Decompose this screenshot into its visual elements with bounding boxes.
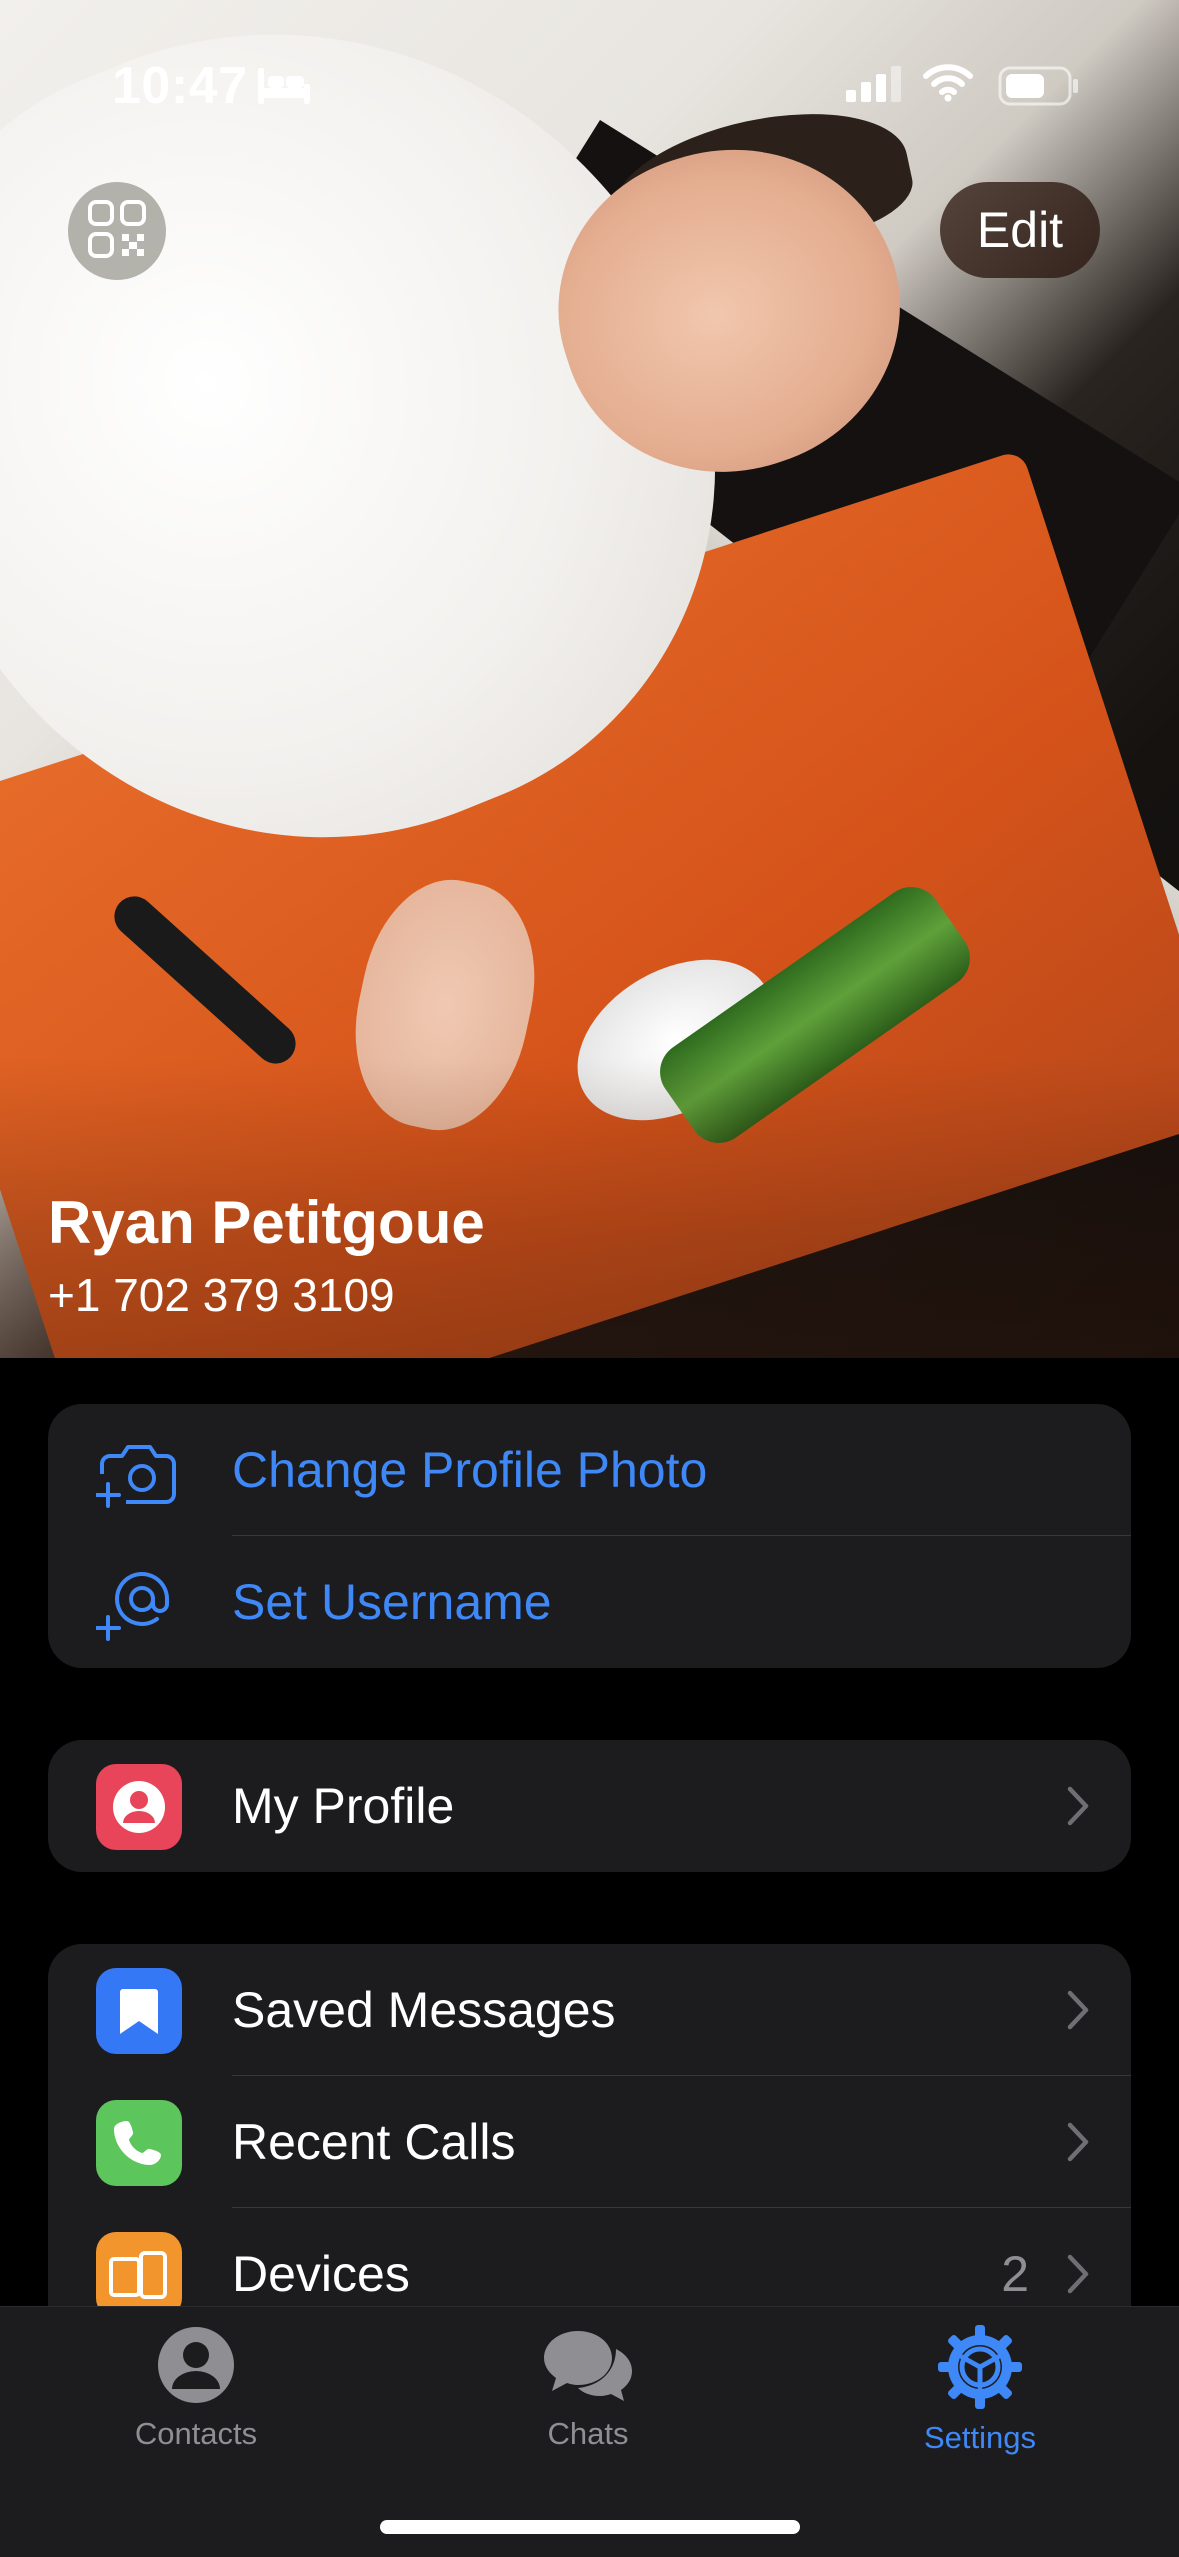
set-username-label: Set Username [232, 1574, 552, 1630]
chevron-right-icon [1067, 2122, 1089, 2167]
at-sign-add-icon [96, 1560, 182, 1646]
home-indicator[interactable] [380, 2520, 800, 2534]
person-circle-icon [156, 2327, 236, 2409]
qr-code-icon [87, 199, 147, 264]
chevron-right-icon [1067, 2254, 1089, 2299]
cellular-signal-icon [846, 66, 902, 107]
tab-chats-label: Chats [547, 2416, 629, 2451]
profile-name: Ryan Petitgoue [48, 1189, 485, 1256]
phone-icon [96, 2100, 182, 2186]
profile-phone: +1 702 379 3109 [48, 1269, 395, 1321]
change-profile-photo-label: Change Profile Photo [232, 1442, 708, 1498]
chevron-right-icon [1067, 1990, 1089, 2035]
status-time: 10:47 [112, 57, 248, 115]
camera-add-icon [96, 1428, 182, 1514]
change-profile-photo-row[interactable]: Change Profile Photo [48, 1404, 1131, 1536]
tab-settings[interactable]: Settings [850, 2325, 1110, 2456]
my-profile-row[interactable]: My Profile [48, 1740, 1131, 1872]
gear-icon [938, 2325, 1022, 2413]
tab-chats[interactable]: Chats [458, 2325, 718, 2452]
tab-contacts[interactable]: Contacts [66, 2325, 326, 2452]
saved-messages-row[interactable]: Saved Messages [48, 1944, 1131, 2076]
devices-count-badge: 2 [1001, 2246, 1029, 2302]
saved-messages-label: Saved Messages [232, 1982, 616, 2038]
status-bar: 10:47 [0, 0, 1179, 170]
battery-icon [998, 66, 1080, 111]
devices-icon [96, 2232, 182, 2306]
tab-settings-label: Settings [923, 2420, 1036, 2455]
qr-code-button[interactable] [68, 182, 166, 280]
devices-row[interactable]: Devices 2 [48, 2208, 1131, 2306]
sleep-focus-icon [256, 66, 312, 111]
person-icon [96, 1764, 182, 1850]
my-profile-label: My Profile [232, 1778, 455, 1834]
edit-button[interactable]: Edit [940, 182, 1100, 278]
account-actions-group: Change Profile Photo Set Username [48, 1404, 1131, 1668]
chat-bubbles-icon [542, 2331, 634, 2409]
recent-calls-label: Recent Calls [232, 2114, 516, 2170]
wifi-icon [922, 62, 974, 107]
chevron-right-icon [1067, 1786, 1089, 1831]
profile-group: My Profile [48, 1740, 1131, 1872]
bookmark-icon [96, 1968, 182, 2054]
settings-group: Saved Messages Recent Calls Devices 2 [48, 1944, 1131, 2306]
recent-calls-row[interactable]: Recent Calls [48, 2076, 1131, 2208]
devices-label: Devices [232, 2246, 410, 2302]
set-username-row[interactable]: Set Username [48, 1536, 1131, 1668]
tab-contacts-label: Contacts [134, 2416, 258, 2451]
